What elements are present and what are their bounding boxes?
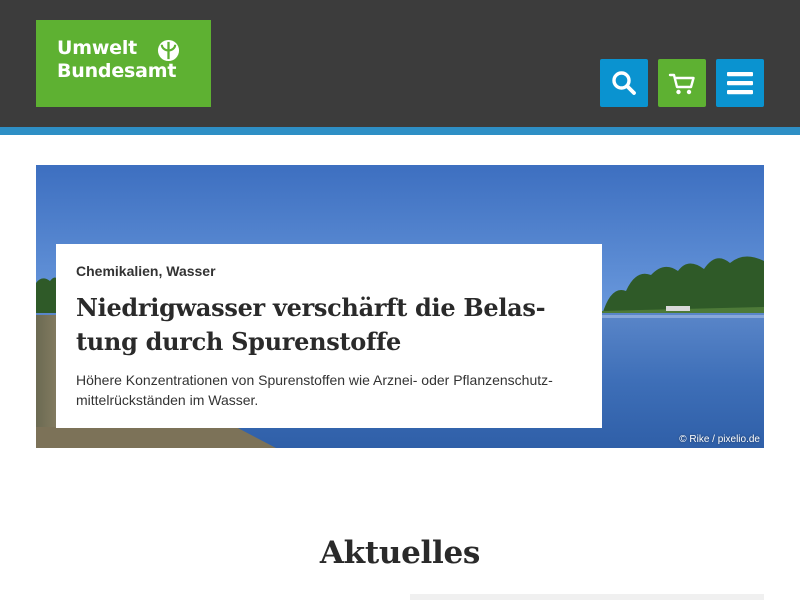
hero-title-link[interactable]: Niedrigwasser verschärft die Belas­tung … — [76, 291, 582, 359]
menu-button[interactable] — [716, 59, 764, 107]
hero-tags: Chemikalien, Wasser — [76, 263, 216, 279]
news-teaser-image-right[interactable] — [410, 594, 764, 600]
logo-emblem-icon — [157, 39, 180, 62]
hero-teaser-text: Höhere Konzentrationen von Spurenstoffen… — [76, 372, 553, 408]
site-header: Umwelt Bundesamt — [0, 0, 800, 127]
news-teaser-image-left[interactable] — [36, 594, 390, 600]
hero-teaser[interactable]: Chemikalien, Wasser Niedrigwasser versch… — [36, 165, 764, 448]
logo-line-1: Umwelt — [57, 37, 138, 59]
site-logo[interactable]: Umwelt Bundesamt — [36, 20, 211, 107]
search-button[interactable] — [600, 59, 648, 107]
hero-card: Chemikalien, Wasser Niedrigwasser versch… — [56, 244, 602, 428]
logo-line-2: Bundesamt — [57, 60, 177, 82]
cart-button[interactable] — [658, 59, 706, 107]
image-credit: © Rike / pixelio.de — [679, 434, 760, 445]
cart-icon — [668, 73, 695, 95]
header-stripe — [0, 127, 800, 135]
section-title-aktuelles: Aktuelles — [319, 535, 481, 571]
menu-icon — [727, 72, 753, 95]
search-icon — [612, 71, 636, 95]
